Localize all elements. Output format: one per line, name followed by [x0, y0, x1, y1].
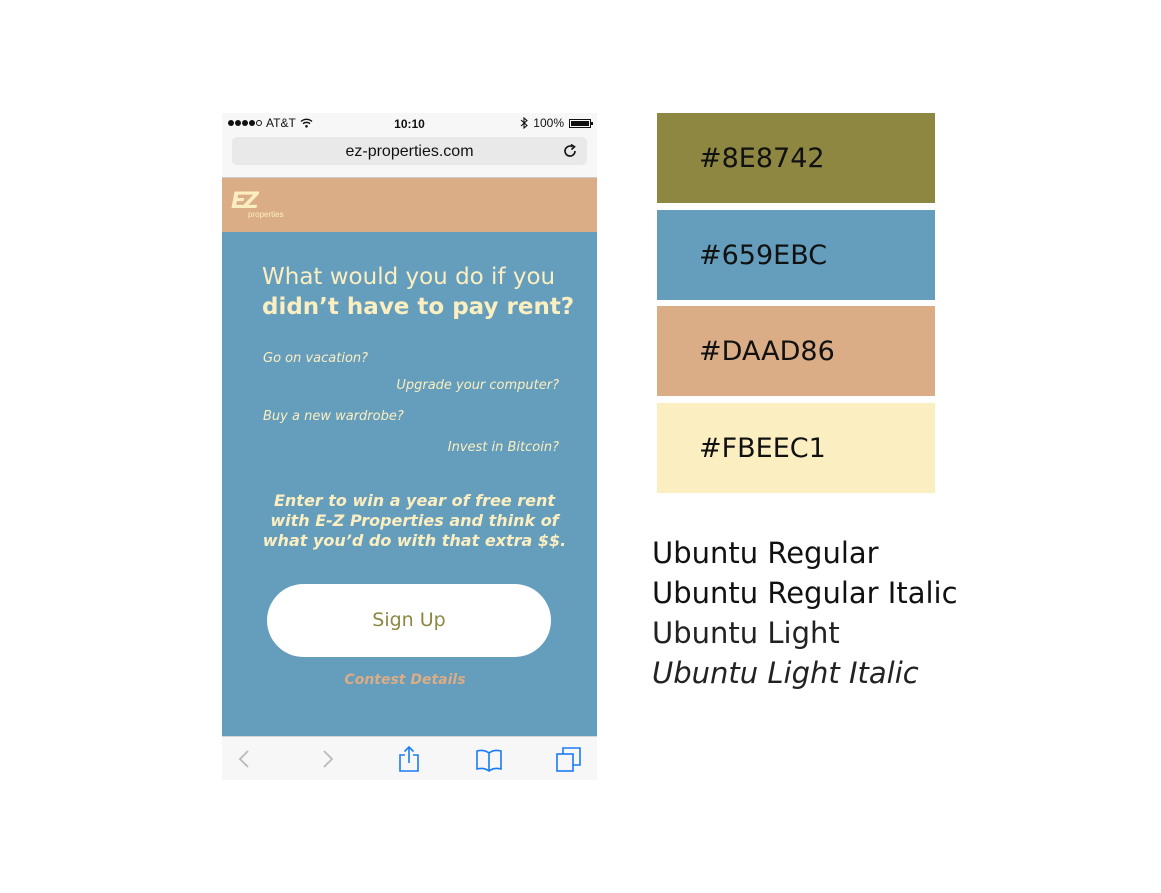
question-bitcoin: Invest in Bitcoin? [447, 440, 559, 455]
battery-label: 100% [533, 116, 564, 130]
font-name: Ubuntu Regular Italic [652, 576, 958, 610]
color-swatch: #659EBC [657, 210, 935, 300]
font-name: Ubuntu Regular [652, 536, 879, 570]
phone-mockup: AT&T 10:10 100% ez-properties.com EZ pro… [222, 113, 597, 780]
color-swatch: #FBEEC1 [657, 403, 935, 493]
browser-toolbar [222, 736, 597, 780]
status-bar: AT&T 10:10 100% [222, 113, 597, 133]
site-logo[interactable]: EZ properties [231, 189, 297, 223]
font-name: Ubuntu Light Italic [652, 656, 919, 690]
swatch-hex-label: #659EBC [699, 240, 828, 271]
sign-up-button[interactable]: Sign Up [267, 584, 551, 657]
question-wardrobe: Buy a new wardrobe? [263, 409, 404, 424]
question-computer: Upgrade your computer? [396, 378, 559, 393]
bluetooth-icon [520, 117, 529, 129]
logo-subtext: properties [248, 210, 284, 219]
font-name: Ubuntu Light [652, 616, 840, 650]
headline-light: What would you do if you [262, 264, 556, 290]
site-main: What would you do if you didn’t have to … [222, 232, 597, 736]
battery-icon [569, 118, 593, 128]
swatch-hex-label: #DAAD86 [699, 336, 835, 367]
swatch-hex-label: #8E8742 [699, 143, 825, 174]
book-icon[interactable] [476, 745, 502, 773]
site-header: EZ properties [222, 178, 597, 232]
share-icon[interactable] [396, 745, 422, 773]
headline-bold: didn’t have to pay rent? [262, 294, 575, 320]
chevron-right-icon[interactable] [314, 745, 340, 773]
color-swatch: #8E8742 [657, 113, 935, 203]
contest-details-link[interactable]: Contest Details [222, 672, 588, 688]
promo-text: Enter to win a year of free rent with E-… [262, 491, 567, 550]
question-vacation: Go on vacation? [263, 351, 369, 366]
status-right: 100% [520, 116, 593, 130]
headline: What would you do if you didn’t have to … [262, 262, 582, 322]
url-text[interactable]: ez-properties.com [232, 143, 587, 161]
reload-icon[interactable] [561, 142, 579, 160]
swatch-hex-label: #FBEEC1 [699, 433, 826, 464]
address-bar[interactable]: ez-properties.com [232, 137, 587, 165]
chevron-left-icon[interactable] [232, 745, 258, 773]
color-swatch: #DAAD86 [657, 306, 935, 396]
font-specimen-list: Ubuntu Regular Ubuntu Regular Italic Ubu… [652, 533, 958, 693]
tabs-icon[interactable] [556, 745, 582, 773]
